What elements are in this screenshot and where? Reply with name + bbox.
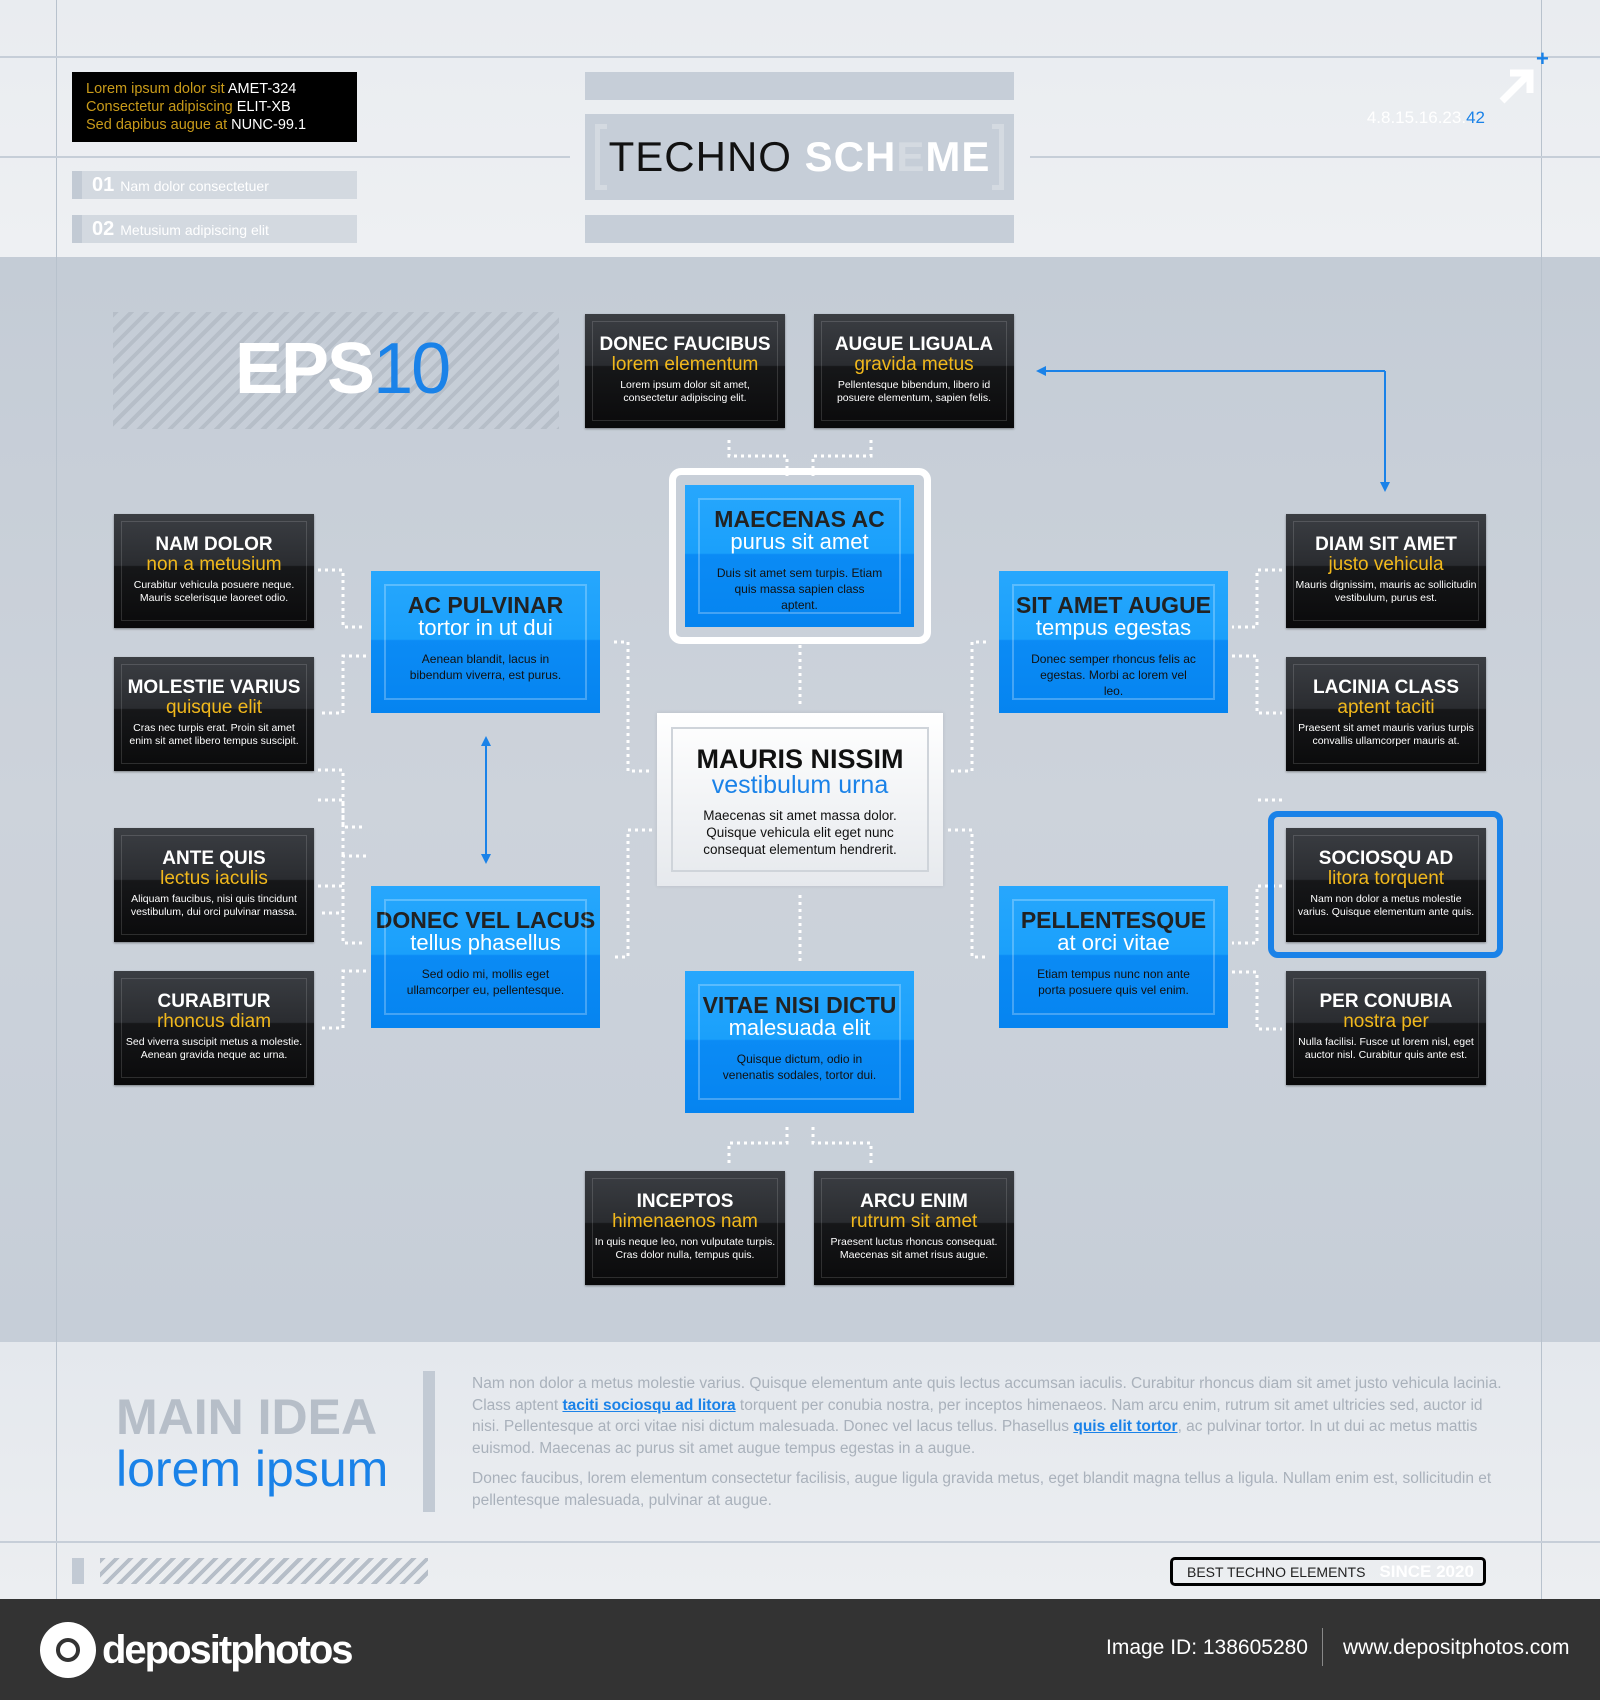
node-frame: [121, 835, 307, 935]
title-bar: [585, 72, 1014, 100]
bracket-right: [992, 124, 1004, 190]
divider: [423, 1371, 435, 1512]
info-line: Sed dapibus augue at NUNC-99.1: [86, 117, 307, 133]
node-augue-liguala: AUGUE LIGUALA gravida metus Pellentesque b…: [814, 314, 1014, 428]
decor-stripes: [100, 1558, 428, 1584]
guide-line: [0, 156, 570, 158]
logo: depositphotos: [40, 1622, 354, 1678]
header-item: 02 Metusium adipiscing elit: [72, 215, 357, 243]
node-maecenas-ac: MAECENAS AC purus sit amet Duis sit amet s…: [685, 485, 914, 627]
node-frame: [384, 899, 587, 1015]
node-frame: [1012, 584, 1215, 700]
site-url: www.depositphotos.com: [1343, 1636, 1570, 1659]
info-line: Consectetur adipiscing ELIT-XB: [86, 99, 291, 115]
image-id: Image ID: 138605280: [1106, 1636, 1308, 1659]
info-line: Lorem ipsum dolor sit AMET-324: [86, 81, 297, 97]
link[interactable]: taciti sociosqu ad litora: [562, 1397, 735, 1414]
node-frame: [592, 1178, 778, 1278]
node-ac-pulvinar: AC PULVINAR tortor in ut dui Aenean blandi…: [371, 571, 600, 713]
title-bar: [585, 215, 1014, 243]
node-frame: [1293, 664, 1479, 764]
link[interactable]: quis elit tortor: [1073, 1418, 1177, 1435]
node-per-conubia: PER CONUBIA nostra per Nulla facilisi. Fus…: [1286, 971, 1486, 1085]
info-panel: Lorem ipsum dolor sit AMET-324 Consectet…: [72, 72, 357, 142]
node-vitae-nisi-dictu: VITAE NISI DICTU malesuada elit Quisque di…: [685, 971, 914, 1113]
decor-block: [72, 1558, 84, 1584]
guide-line: [1030, 156, 1600, 158]
node-ante-quis: ANTE QUIS lectus iaculis Aliquam faucibus,…: [114, 828, 314, 942]
node-frame: [698, 498, 901, 614]
node-frame: [121, 664, 307, 764]
node-curabitur: CURABITUR rhoncus diam Sed viverra suscipi…: [114, 971, 314, 1085]
node-inceptos: INCEPTOS himenaenos nam In quis neque leo,…: [585, 1171, 785, 1285]
node-frame: [384, 584, 587, 700]
divider: [1322, 1628, 1323, 1666]
main-idea-title: MAIN IDEA: [116, 1389, 378, 1445]
node-mauris-nissim: MAURIS NISSIM vestibulum urna Maecenas sit…: [657, 713, 943, 886]
arrow-up-right-icon: [1499, 69, 1534, 104]
main-idea-subtitle: lorem ipsum: [116, 1441, 389, 1497]
node-frame: [1293, 521, 1479, 621]
node-arcu-enim: ARCU ENIM rutrum sit amet Praesent luctus …: [814, 1171, 1014, 1285]
node-lacinia-class: LACINIA CLASS aptent taciti Praesent sit a…: [1286, 657, 1486, 771]
guide-line: [56, 0, 57, 1599]
node-donec-faucibus: DONEC FAUCIBUS lorem elementum Lorem ipsum…: [585, 314, 785, 428]
camera-icon: [40, 1622, 96, 1678]
node-sociosqu-ad: SOCIOSQU AD litora torquent Nam non dolor …: [1286, 828, 1486, 942]
node-frame: [1293, 978, 1479, 1078]
node-molestie-varius: MOLESTIE VARIUS quisque elit Cras nec turp…: [114, 657, 314, 771]
node-donec-vel-lacus: DONEC VEL LACUS tellus phasellus Sed odio …: [371, 886, 600, 1028]
node-frame: [671, 727, 929, 872]
node-frame: [1012, 899, 1215, 1015]
node-frame: [1293, 835, 1479, 935]
guide-line: [0, 56, 1600, 58]
node-frame: [821, 321, 1007, 421]
page-title: TECHNO SCHEME: [585, 114, 1014, 200]
node-frame: [121, 978, 307, 1078]
bracket-left: [595, 124, 607, 190]
techno-badge: BEST TECHNO ELEMENTS SINCE 2020: [1170, 1557, 1486, 1586]
guide-line: [1541, 0, 1542, 1599]
node-sit-amet-augue: SIT AMET AUGUE tempus egestas Donec semper…: [999, 571, 1228, 713]
header-item: 01 Nam dolor consectetuer: [72, 171, 357, 199]
guide-line: [0, 1541, 1600, 1543]
node-pellentesque: PELLENTESQUE at orci vitae Etiam tempus nu…: [999, 886, 1228, 1028]
node-frame: [121, 521, 307, 621]
node-frame: [821, 1178, 1007, 1278]
plus-icon: +: [1536, 46, 1549, 71]
node-diam-sit-amet: DIAM SIT AMET justo vehicula Mauris dignis…: [1286, 514, 1486, 628]
node-frame: [698, 984, 901, 1100]
version-label: 4.8.15.16.23.42: [1366, 108, 1485, 127]
node-frame: [592, 321, 778, 421]
main-idea-text: Nam non dolor a metus molestie varius. Q…: [472, 1375, 1502, 1509]
node-nam-dolor: NAM DOLOR non a metusium Curabitur vehicul…: [114, 514, 314, 628]
eps-badge: EPS10: [113, 312, 559, 429]
